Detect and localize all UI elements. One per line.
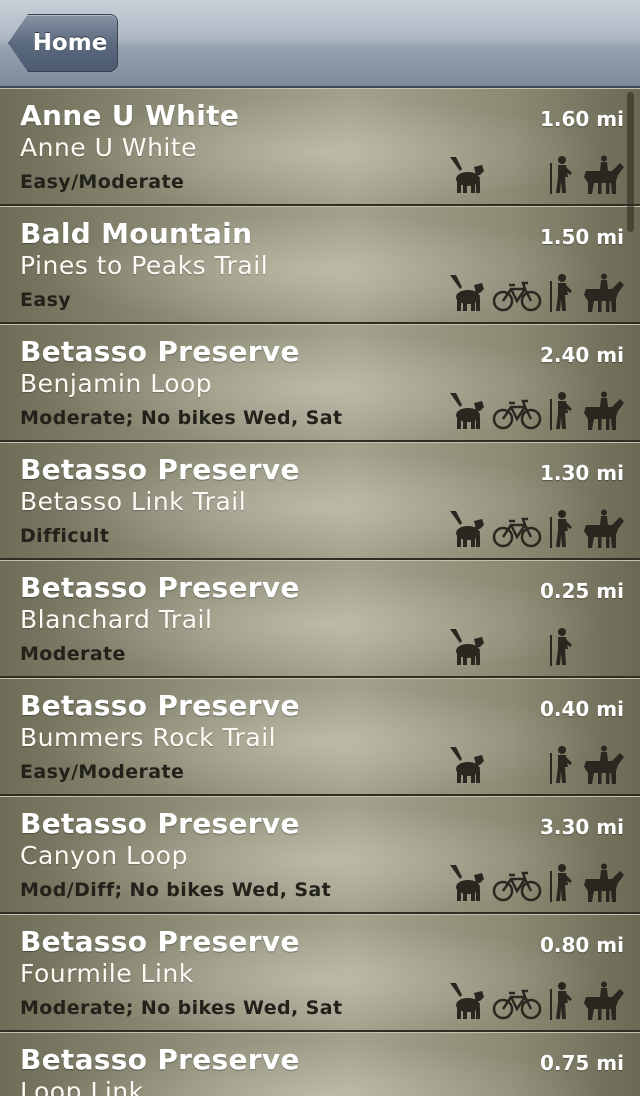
trail-area-title: Betasso Preserve (20, 925, 300, 958)
horse-rider-icon (582, 981, 624, 1021)
trail-area-title: Betasso Preserve (20, 1043, 300, 1076)
horse-rider-icon (582, 273, 624, 313)
hiker-icon (548, 273, 574, 313)
dog-icon (448, 627, 486, 667)
trail-difficulty: Easy/Moderate (20, 171, 185, 193)
dog-icon (448, 155, 486, 195)
trail-row[interactable]: Betasso Preserve 3.30 mi Canyon Loop Mod… (0, 796, 640, 914)
trail-row[interactable]: Betasso Preserve 2.40 mi Benjamin Loop M… (0, 324, 640, 442)
allowed-uses-icons (448, 981, 624, 1025)
trail-area-title: Bald Mountain (20, 217, 253, 250)
trail-name: Bummers Rock Trail (20, 723, 277, 752)
horse-rider-icon (582, 155, 624, 195)
trail-difficulty: Mod/Diff; No bikes Wed, Sat (20, 879, 332, 901)
trail-difficulty: Difficult (20, 525, 110, 547)
trail-distance: 1.50 mi (539, 225, 624, 249)
horse-rider-icon (582, 863, 624, 903)
trail-difficulty: Moderate; No bikes Wed, Sat (20, 997, 343, 1019)
allowed-uses-icons (448, 273, 624, 317)
bike-icon (492, 863, 542, 903)
hiker-icon (548, 745, 574, 785)
trail-distance: 0.80 mi (539, 933, 624, 957)
trail-distance: 0.25 mi (539, 579, 624, 603)
allowed-uses-icons (448, 627, 624, 671)
trail-difficulty: Easy (20, 289, 72, 311)
trail-distance: 0.40 mi (539, 697, 624, 721)
allowed-uses-icons (448, 155, 624, 199)
trail-name: Fourmile Link (20, 959, 194, 988)
dog-icon (448, 391, 486, 431)
trail-distance: 2.40 mi (539, 343, 624, 367)
hiker-icon (548, 863, 574, 903)
trail-area-title: Anne U White (20, 99, 240, 132)
hiker-icon (548, 509, 574, 549)
horse-rider-icon (582, 745, 624, 785)
hiker-icon (548, 391, 574, 431)
dog-icon (448, 745, 486, 785)
horse-rider-icon (582, 509, 624, 549)
trail-distance: 0.75 mi (539, 1051, 624, 1075)
dog-icon (448, 981, 486, 1021)
trail-name: Benjamin Loop (20, 369, 213, 398)
navigation-bar: Home (0, 0, 640, 88)
dog-icon (448, 863, 486, 903)
dog-icon (448, 509, 486, 549)
dog-icon (448, 273, 486, 313)
hiker-icon (548, 981, 574, 1021)
trail-difficulty: Moderate; No bikes Wed, Sat (20, 407, 343, 429)
horse-rider-icon (582, 391, 624, 431)
allowed-uses-icons (448, 745, 624, 789)
trail-area-title: Betasso Preserve (20, 807, 300, 840)
trail-list[interactable]: Anne U White 1.60 mi Anne U White Easy/M… (0, 88, 640, 1096)
trail-name: Anne U White (20, 133, 198, 162)
bike-icon (492, 391, 542, 431)
allowed-uses-icons (448, 391, 624, 435)
bike-icon (492, 273, 542, 313)
trail-row[interactable]: Betasso Preserve 0.25 mi Blanchard Trail… (0, 560, 640, 678)
scrollbar[interactable] (627, 92, 634, 232)
trail-name: Betasso Link Trail (20, 487, 247, 516)
trail-row[interactable]: Bald Mountain 1.50 mi Pines to Peaks Tra… (0, 206, 640, 324)
trail-name: Canyon Loop (20, 841, 188, 870)
trail-name: Pines to Peaks Trail (20, 251, 269, 280)
trail-row[interactable]: Betasso Preserve 0.75 mi Loop Link (0, 1032, 640, 1096)
trail-area-title: Betasso Preserve (20, 689, 300, 722)
trail-row[interactable]: Betasso Preserve 0.80 mi Fourmile Link M… (0, 914, 640, 1032)
trail-distance: 3.30 mi (539, 815, 624, 839)
bike-icon (492, 981, 542, 1021)
trail-area-title: Betasso Preserve (20, 453, 300, 486)
trail-row[interactable]: Betasso Preserve 0.40 mi Bummers Rock Tr… (0, 678, 640, 796)
home-back-button[interactable]: Home (8, 14, 118, 72)
allowed-uses-icons (448, 509, 624, 553)
bike-icon (492, 509, 542, 549)
hiker-icon (548, 155, 574, 195)
trail-distance: 1.30 mi (539, 461, 624, 485)
trail-area-title: Betasso Preserve (20, 571, 300, 604)
trail-row[interactable]: Anne U White 1.60 mi Anne U White Easy/M… (0, 88, 640, 206)
trail-distance: 1.60 mi (539, 107, 624, 131)
allowed-uses-icons (448, 863, 624, 907)
trail-difficulty: Moderate (20, 643, 126, 665)
trail-difficulty: Easy/Moderate (20, 761, 185, 783)
trail-name: Loop Link (20, 1077, 144, 1096)
hiker-icon (548, 627, 574, 667)
trail-area-title: Betasso Preserve (20, 335, 300, 368)
trail-name: Blanchard Trail (20, 605, 213, 634)
trail-row[interactable]: Betasso Preserve 1.30 mi Betasso Link Tr… (0, 442, 640, 560)
